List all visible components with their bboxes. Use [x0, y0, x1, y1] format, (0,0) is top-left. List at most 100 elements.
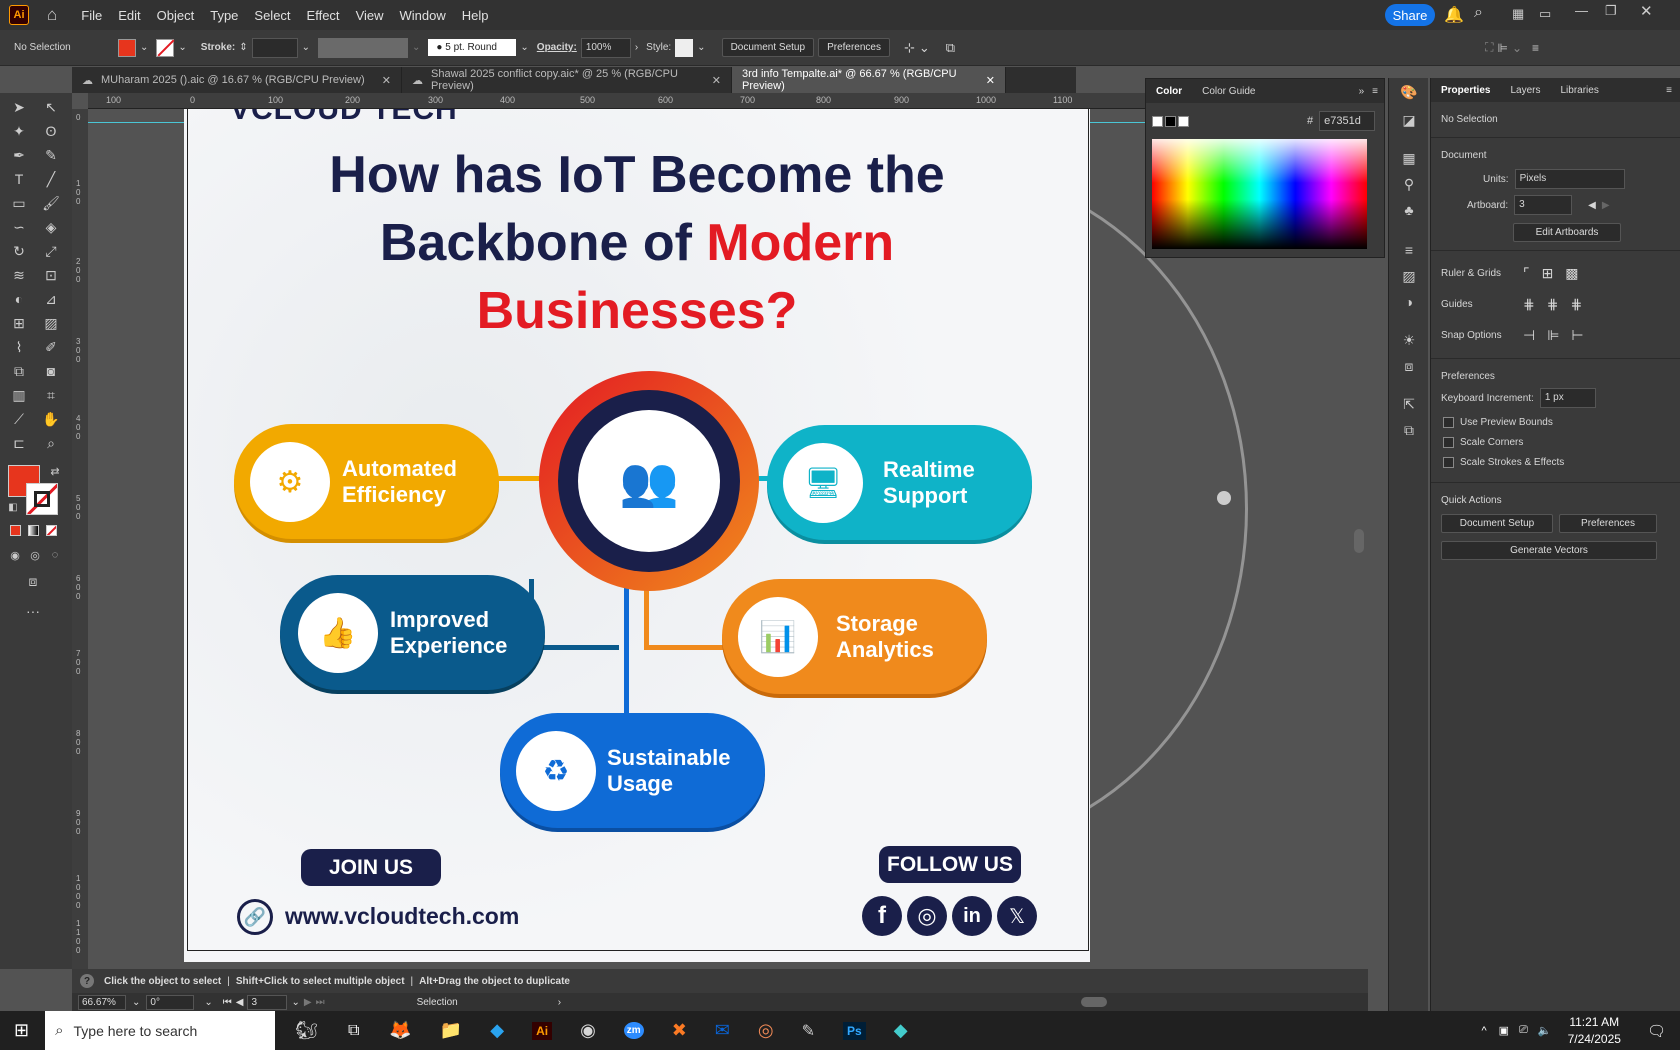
white-swatch[interactable] [1178, 115, 1189, 127]
prev-icon[interactable]: ◀ [1588, 200, 1596, 211]
chevron-down-icon[interactable]: ⌄ [178, 42, 186, 53]
curvature-icon[interactable]: ✎ [40, 145, 62, 165]
rotation-field[interactable]: 0° [146, 994, 195, 1010]
smart-guides-icon[interactable]: ⋕ [1570, 296, 1582, 313]
stroke-color-swatch[interactable] [26, 483, 58, 515]
scale-strokes-checkbox[interactable] [1443, 457, 1454, 468]
home-icon[interactable]: ⌂ [47, 5, 57, 25]
draw-inside-icon[interactable]: ◌ [44, 545, 66, 565]
search-icon[interactable]: ⌕ [1474, 4, 1483, 22]
generate-vectors-button[interactable]: Generate Vectors [1441, 541, 1657, 560]
tab-color-guide[interactable]: Color Guide [1192, 86, 1265, 97]
chevron-down-icon[interactable]: ⌄ [291, 997, 299, 1008]
swatches-icon[interactable]: ▦ [1398, 148, 1420, 168]
notification-icon[interactable]: 🗨 [1647, 1022, 1666, 1040]
first-artboard-icon[interactable]: ⏮ [223, 997, 232, 1008]
stroke-swatch[interactable] [156, 38, 175, 57]
arrange-icon[interactable]: ▦ [1512, 6, 1524, 22]
chevron-down-icon[interactable]: ⌄ [204, 997, 212, 1008]
stroke-weight-field[interactable] [251, 37, 298, 58]
next-artboard-icon[interactable]: ▶ [304, 997, 312, 1008]
symbol-sprayer-icon[interactable]: ◙ [40, 361, 62, 381]
print-tiling-icon[interactable]: ⊏ [8, 433, 30, 453]
transparency-icon[interactable]: ◑ [1398, 292, 1420, 312]
task-view-icon[interactable]: ⧉ [348, 1022, 359, 1040]
snap-grid-icon[interactable]: ⊫ [1547, 327, 1559, 344]
free-transform-icon[interactable]: ⊡ [40, 265, 62, 285]
tab-muharam[interactable]: ☁ MUharam 2025 ().aic @ 16.67 % (RGB/CPU … [72, 67, 402, 93]
document-setup-button[interactable]: Document Setup [721, 38, 815, 57]
artboard[interactable]: VCLOUD TECH How has IoT Become the Backb… [184, 109, 1090, 962]
last-artboard-icon[interactable]: ⏭ [316, 997, 325, 1008]
stroke-stepper[interactable]: ⇕ [239, 42, 247, 53]
line-tool-icon[interactable]: ╱ [40, 169, 62, 189]
rotate-icon[interactable]: ↻ [8, 241, 30, 261]
artboard-tool-icon[interactable]: ⌗ [40, 385, 62, 405]
vertical-scrollbar[interactable] [1354, 529, 1364, 553]
appearance-icon[interactable]: ☀ [1398, 330, 1420, 350]
units-select[interactable]: Pixels [1514, 169, 1625, 189]
measure-icon[interactable]: ✐ [40, 337, 62, 357]
black-swatch[interactable] [1165, 115, 1176, 127]
perspective-icon[interactable]: ⊿ [40, 289, 62, 309]
share-button[interactable]: Share [1385, 4, 1435, 26]
align-options-icon[interactable]: ⊫ [1498, 41, 1508, 55]
artboard-select[interactable]: 3 [1514, 195, 1573, 215]
symbols-icon[interactable]: ♣ [1398, 200, 1420, 220]
tray-chevron-icon[interactable]: ^ [1481, 1025, 1486, 1037]
grid-icon[interactable]: ⊞ [1542, 265, 1554, 282]
selection-handle[interactable] [1217, 491, 1231, 505]
tab-color[interactable]: Color [1146, 86, 1192, 97]
slice-icon[interactable]: ⟋ [8, 409, 30, 429]
menu-icon[interactable]: ≡ [1532, 41, 1539, 55]
tab-layers[interactable]: Layers [1500, 85, 1550, 96]
default-colors-icon[interactable]: ◧ [2, 497, 24, 517]
network-icon[interactable]: ▣ [1499, 1024, 1509, 1037]
minimize-icon[interactable]: — [1575, 3, 1588, 18]
zoom-icon[interactable]: ⌕ [40, 433, 62, 453]
vscode-icon[interactable]: ◆ [490, 1020, 504, 1041]
menu-icon[interactable]: ≡ [1666, 85, 1672, 96]
rectangle-tool-icon[interactable]: ▭ [8, 193, 30, 213]
xampp-icon[interactable]: ✖ [672, 1020, 687, 1041]
menu-type[interactable]: Type [210, 8, 238, 23]
variable-width-field[interactable] [318, 37, 409, 58]
none-swatch[interactable] [1152, 115, 1163, 127]
prev-artboard-icon[interactable]: ◀ [236, 997, 244, 1008]
screen-mode-icon[interactable]: ⧈ [22, 571, 44, 591]
artboard-number-field[interactable]: 3 [247, 994, 288, 1010]
keyboard-increment-field[interactable]: 1 px [1539, 388, 1596, 408]
restore-icon[interactable]: ❐ [1605, 3, 1617, 19]
lasso-icon[interactable]: ʘ [40, 121, 62, 141]
edit-artboards-button[interactable]: Edit Artboards [1513, 223, 1621, 242]
menu-file[interactable]: File [81, 8, 102, 23]
tab-shawal[interactable]: ☁ Shawal 2025 conflict copy.aic* @ 25 % (… [402, 67, 732, 93]
scale-icon[interactable]: ⤢ [40, 241, 62, 261]
puppet-icon[interactable]: ⧉ [946, 40, 955, 56]
photoshop-icon[interactable]: Ps [843, 1021, 866, 1040]
eraser-icon[interactable]: ◈ [40, 217, 62, 237]
illustrator-taskbar-icon[interactable]: Ai [532, 1021, 553, 1040]
color-spectrum[interactable] [1152, 139, 1367, 249]
outlook-icon[interactable]: ✉ [715, 1020, 730, 1041]
stroke-panel-icon[interactable]: ≡ [1398, 240, 1420, 260]
shaper-icon[interactable]: ∽ [8, 217, 30, 237]
close-icon[interactable]: ✕ [382, 74, 391, 87]
eyedropper-icon[interactable]: ⌇ [8, 337, 30, 357]
snap-point-icon[interactable]: ⊣ [1523, 327, 1535, 344]
menu-select[interactable]: Select [254, 8, 290, 23]
close-icon[interactable]: ✕ [1640, 2, 1653, 20]
next-icon[interactable]: ▶ [1602, 200, 1610, 211]
type-tool-icon[interactable]: T [8, 169, 30, 189]
align-icon[interactable]: ⊹ [904, 40, 915, 56]
zoom-field[interactable]: 66.67% [78, 994, 126, 1010]
chevron-down-icon[interactable]: ⌄ [412, 42, 420, 53]
search-highlight-icon[interactable]: 🐿 [295, 1020, 318, 1041]
transform-icon[interactable]: ⛶ [1485, 40, 1493, 55]
display-icon[interactable]: ⎚ [1519, 1024, 1528, 1037]
gradient-icon[interactable]: ▨ [40, 313, 62, 333]
zoom-app-icon[interactable]: zm [623, 1022, 644, 1039]
artboards-panel-icon[interactable]: ⧉ [1398, 420, 1420, 440]
chevron-down-icon[interactable]: ⌄ [697, 42, 705, 53]
chevron-down-icon[interactable]: ⌄ [132, 997, 140, 1008]
